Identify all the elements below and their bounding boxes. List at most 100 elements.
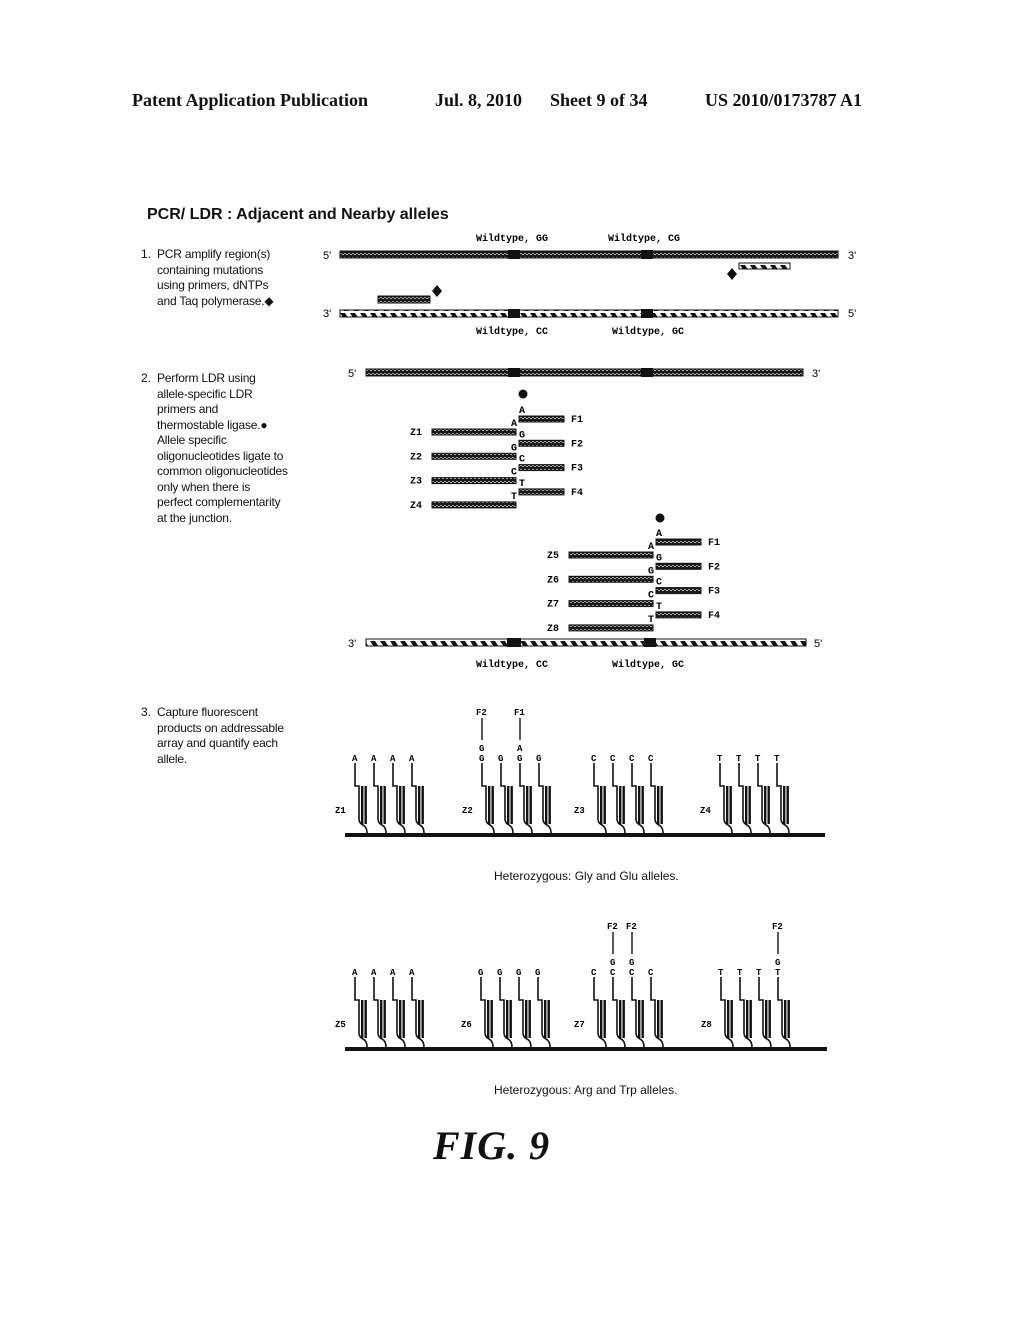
capture-duplex <box>622 786 625 824</box>
addressable-array-1: Z1A A A AZ2GGF2G GAF1GZ3C C C CZ4T T T T <box>335 708 825 837</box>
template-strand-ldr <box>365 368 804 377</box>
f-probe-base: A <box>656 529 662 540</box>
mutation-site-marker <box>508 368 520 377</box>
z-probe-label: Z2 <box>410 452 422 463</box>
zone-label: Z1 <box>335 806 346 816</box>
f-probe-base: G <box>656 553 662 564</box>
capture-base: T <box>737 968 743 978</box>
array-surface <box>345 1047 827 1051</box>
zone-label: Z3 <box>574 806 585 816</box>
capture-duplex <box>548 786 551 824</box>
z-probe-label: Z6 <box>547 575 559 586</box>
capture-duplex <box>600 1000 603 1038</box>
z-probe-label: Z7 <box>547 600 559 611</box>
capture-base: A <box>409 968 415 978</box>
capture-base: A <box>409 754 415 764</box>
wildtype-label: Wildtype, CG <box>608 233 680 245</box>
capture-duplex <box>749 1000 752 1038</box>
f-probe-label: F2 <box>571 439 583 450</box>
capture-base: C <box>591 968 597 978</box>
capture-base: T <box>717 754 723 764</box>
capture-duplex <box>768 1000 771 1038</box>
capture-base: A <box>390 968 396 978</box>
strand-5prime-label: 5' <box>814 638 822 650</box>
f-probe-label: F1 <box>708 538 720 549</box>
capture-base: G <box>516 968 521 978</box>
z-probe-label: Z3 <box>410 477 422 488</box>
mutation-site-marker <box>641 368 653 377</box>
f-probe-base: C <box>519 455 525 466</box>
capture-duplex <box>748 786 751 824</box>
capture-duplex <box>787 1000 790 1038</box>
capture-base: T <box>755 754 761 764</box>
zone-label: Z7 <box>574 1020 585 1030</box>
capture-duplex <box>727 1000 730 1038</box>
capture-base: T <box>736 754 742 764</box>
capture-duplex <box>746 1000 749 1038</box>
capture-duplex <box>767 786 770 824</box>
zone-label: Z4 <box>700 806 711 816</box>
zone-label: Z5 <box>335 1020 346 1030</box>
ligated-base: G <box>775 958 780 968</box>
f-probe-label: F4 <box>571 488 583 499</box>
z-probe-bar <box>568 551 654 559</box>
fluor-tag-label: F2 <box>626 922 637 932</box>
capture-duplex <box>544 1000 547 1038</box>
zone-label: Z2 <box>462 806 473 816</box>
capture-duplex <box>361 1000 364 1038</box>
capture-base: C <box>591 754 597 764</box>
capture-duplex <box>491 786 494 824</box>
capture-duplex <box>622 1000 625 1038</box>
forward-primer <box>377 295 431 304</box>
f-probe-bar <box>518 415 565 423</box>
step1-top-strand: 5' 3' <box>323 250 856 262</box>
capture-duplex <box>421 1000 424 1038</box>
capture-duplex <box>600 786 603 824</box>
capture-duplex <box>764 786 767 824</box>
capture-duplex <box>383 786 386 824</box>
wildtype-label: Wildtype, CC <box>476 659 548 671</box>
addressable-array-2: Z5A A A AZ6G G G GZ7C CGF2CGF2CZ8T T T TGF2 <box>335 922 827 1051</box>
capture-duplex <box>525 1000 528 1038</box>
f-probe-bar <box>518 439 565 447</box>
complement-strand <box>339 309 839 318</box>
f-probe-label: F4 <box>708 611 720 622</box>
capture-duplex <box>364 786 367 824</box>
capture-duplex <box>638 786 641 824</box>
fluor-tag-label: F2 <box>772 922 783 932</box>
capture-duplex <box>488 786 491 824</box>
wildtype-label: Wildtype, GC <box>612 326 684 338</box>
capture-duplex <box>418 1000 421 1038</box>
capture-duplex <box>402 1000 405 1038</box>
capture-duplex <box>660 1000 663 1038</box>
z-probe-label: Z5 <box>547 551 559 562</box>
capture-duplex <box>784 1000 787 1038</box>
capture-duplex <box>380 1000 383 1038</box>
wildtype-label: Wildtype, GC <box>612 659 684 671</box>
capture-base: C <box>610 754 616 764</box>
ligated-base: G <box>479 744 484 754</box>
ldr-probe-set-upper: A F1 G F2 C F3 T F4 A Z1 G Z2 C Z3 T Z4 <box>410 389 583 512</box>
z-probe-base: C <box>648 591 654 602</box>
capture-duplex <box>380 786 383 824</box>
z-probe-bar <box>568 575 654 583</box>
complement-strand-ldr <box>365 638 807 647</box>
capture-base: T <box>774 754 780 764</box>
ligated-base: A <box>517 744 523 754</box>
mutation-site-marker <box>644 638 656 647</box>
capture-duplex <box>726 786 729 824</box>
strand-3prime-label: 3' <box>323 308 331 320</box>
capture-base: A <box>352 754 358 764</box>
f-probe-bar <box>655 587 702 595</box>
capture-duplex <box>641 1000 644 1038</box>
z-probe-bar <box>568 600 654 608</box>
strand-3prime-label: 3' <box>348 638 356 650</box>
z-probe-base: A <box>511 419 517 430</box>
f-probe-base: T <box>519 479 525 490</box>
capture-duplex <box>487 1000 490 1038</box>
capture-base: G <box>478 968 483 978</box>
z-probe-base: C <box>511 468 517 479</box>
capture-duplex <box>660 786 663 824</box>
capture-duplex <box>657 1000 660 1038</box>
capture-base: C <box>610 968 616 978</box>
